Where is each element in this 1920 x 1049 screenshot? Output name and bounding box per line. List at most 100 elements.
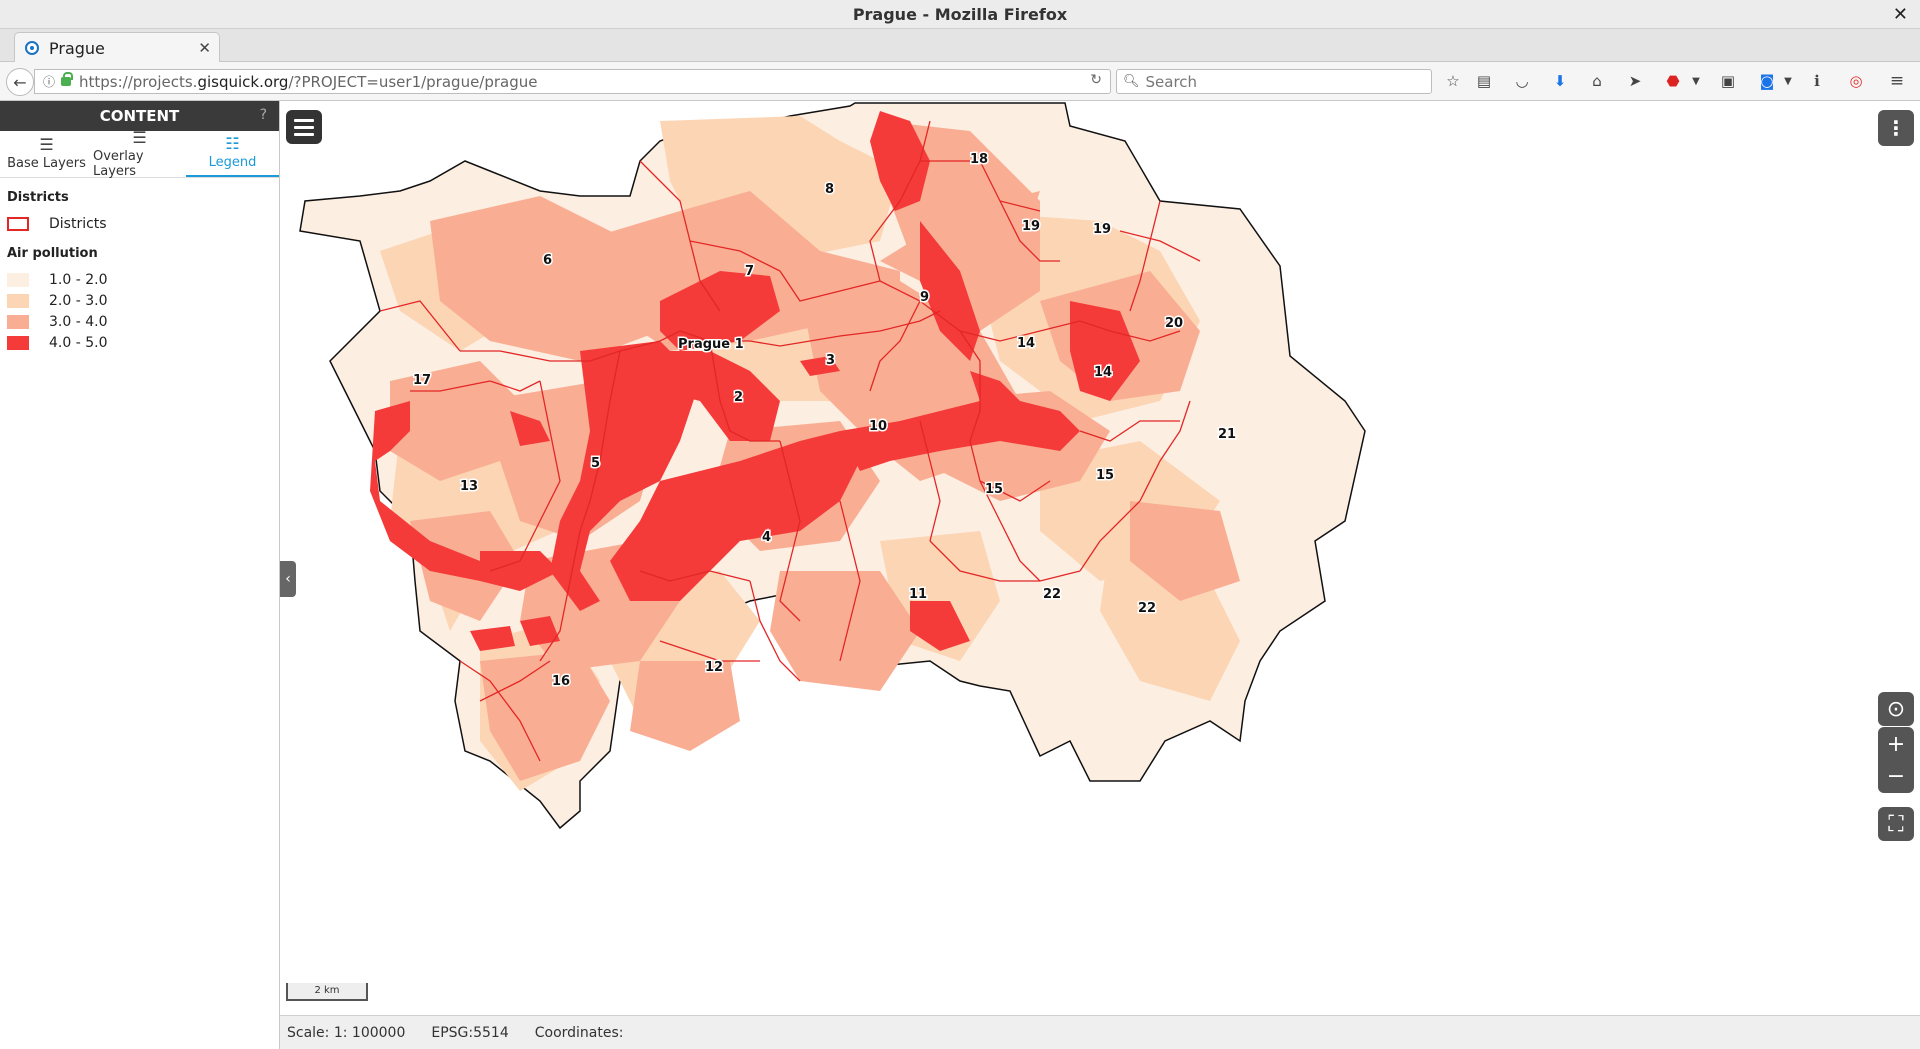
- pocket-icon[interactable]: ◡: [1511, 70, 1533, 92]
- download-icon[interactable]: ⬇: [1549, 70, 1571, 92]
- minus-icon: −: [1886, 763, 1906, 789]
- browser-menu-icon[interactable]: ≡: [1886, 70, 1908, 92]
- tab-base-layers[interactable]: ☰ Base Layers: [0, 131, 93, 177]
- help-button[interactable]: ?: [260, 107, 267, 123]
- hamburger-icon-bar: [294, 118, 314, 122]
- district-label: 22: [1043, 587, 1061, 602]
- zoom-out-button[interactable]: −: [1878, 759, 1914, 793]
- extension-dropdown-icon[interactable]: ▼: [1777, 70, 1799, 92]
- district-label: 7: [745, 264, 754, 279]
- tab-label: Prague: [49, 38, 105, 58]
- legend-label: 1.0 - 2.0: [49, 271, 108, 288]
- home-icon[interactable]: ⌂: [1586, 70, 1608, 92]
- district-label: 19: [1022, 219, 1040, 234]
- district-label: 19: [1093, 222, 1111, 237]
- info-panel-icon[interactable]: ℹ: [1806, 70, 1828, 92]
- url-bar[interactable]: ⓘ https://projects.gisquick.org/?PROJECT…: [34, 69, 1111, 94]
- navigation-bar: ← ⓘ https://projects.gisquick.org/?PROJE…: [0, 62, 1920, 101]
- legend-label: Districts: [49, 215, 107, 232]
- scale-bar: 2 km: [286, 983, 368, 1001]
- adblock-dropdown-icon[interactable]: ▼: [1685, 70, 1707, 92]
- legend-item-class: 4.0 - 5.0: [7, 332, 272, 353]
- district-label: 21: [1218, 427, 1236, 442]
- scale-readout: Scale: 1: 100000: [287, 1024, 406, 1041]
- sidebar-header: CONTENT ?: [0, 101, 279, 131]
- crosshair-icon: ⊙: [1886, 696, 1906, 722]
- sidebar-tabs: ☰ Base Layers ☰ Overlay Layers ☷ Legend: [0, 129, 279, 179]
- legend-swatch: [7, 314, 29, 329]
- tab-label: Overlay Layers: [93, 148, 144, 179]
- extension-icon[interactable]: ◙: [1756, 70, 1778, 92]
- window-title: Prague - Mozilla Firefox: [852, 4, 1068, 24]
- window-titlebar: Prague - Mozilla Firefox ✕: [0, 0, 1920, 29]
- district-label: 4: [762, 530, 771, 545]
- coordinates-readout: Coordinates:: [534, 1024, 624, 1041]
- legend-label: 2.0 - 3.0: [49, 292, 108, 309]
- adblock-icon[interactable]: ⬣: [1662, 70, 1684, 92]
- map-menu-button[interactable]: [286, 110, 322, 144]
- chevron-left-icon: ‹: [285, 571, 291, 587]
- district-label: 18: [970, 152, 988, 167]
- search-input[interactable]: 🔍︎ Search: [1116, 69, 1432, 94]
- map-svg[interactable]: Prague 1 2 3 4 5 6 7 8 9 10 11 12 13 14 …: [280, 101, 1920, 1015]
- search-icon: 🔍︎: [1123, 74, 1140, 89]
- tab-bar: Prague ✕ +: [0, 29, 1920, 85]
- legend-swatch: [7, 272, 29, 287]
- bookmark-star-icon[interactable]: ☆: [1442, 70, 1464, 92]
- district-label: 3: [826, 353, 835, 368]
- district-label: 16: [552, 674, 570, 689]
- district-label: 8: [825, 182, 834, 197]
- district-label: 17: [413, 373, 431, 388]
- browser-tab[interactable]: Prague ✕: [14, 32, 220, 63]
- legend-item-class: 1.0 - 2.0: [7, 269, 272, 290]
- back-button[interactable]: ←: [6, 68, 34, 96]
- district-label: 20: [1165, 316, 1183, 331]
- epsg-readout: EPSG:5514: [431, 1024, 509, 1041]
- district-label: 14: [1017, 336, 1035, 351]
- tab-overlay-layers[interactable]: ☰ Overlay Layers: [93, 129, 186, 179]
- district-label: 11: [909, 587, 927, 602]
- sidebar-collapse-button[interactable]: ‹: [280, 561, 296, 597]
- legend-label: 3.0 - 4.0: [49, 313, 108, 330]
- favicon-icon: [25, 41, 39, 55]
- legend-label: 4.0 - 5.0: [49, 334, 108, 351]
- district-label: 5: [591, 456, 600, 471]
- help-ring-icon[interactable]: ◎: [1845, 70, 1867, 92]
- zoom-in-button[interactable]: +: [1878, 727, 1914, 761]
- send-icon[interactable]: ➤: [1624, 70, 1646, 92]
- list-icon: ☷: [225, 134, 240, 153]
- kebab-icon: ⋮: [1886, 116, 1906, 140]
- info-icon[interactable]: ⓘ: [43, 73, 55, 90]
- legend-item-districts: Districts: [7, 213, 272, 234]
- legend-districts-title: Districts: [7, 190, 69, 205]
- legend-air-pollution-title: Air pollution: [7, 246, 98, 261]
- url-text: https://projects.gisquick.org/?PROJECT=u…: [79, 72, 538, 91]
- more-options-button[interactable]: ⋮: [1878, 110, 1914, 146]
- youtube-icon[interactable]: ▣: [1717, 70, 1739, 92]
- legend-item-class: 2.0 - 3.0: [7, 290, 272, 311]
- layers-icon: ☰: [39, 135, 54, 154]
- legend-swatch: [7, 335, 29, 350]
- legend-swatch: [7, 216, 29, 231]
- reading-list-icon[interactable]: ▤: [1473, 70, 1495, 92]
- district-label: 12: [705, 660, 723, 675]
- district-label: 10: [869, 419, 887, 434]
- locate-button[interactable]: ⊙: [1878, 692, 1914, 726]
- lock-icon: [61, 72, 74, 86]
- hamburger-icon-bar: [294, 125, 314, 129]
- window-close-icon[interactable]: ✕: [1893, 4, 1908, 25]
- district-label: Prague 1: [678, 337, 744, 352]
- search-placeholder: Search: [1145, 72, 1198, 91]
- district-label: 22: [1138, 601, 1156, 616]
- tab-label: Legend: [208, 155, 257, 170]
- reload-icon[interactable]: ↻: [1090, 72, 1102, 88]
- fullscreen-button[interactable]: ⛶: [1878, 807, 1914, 841]
- district-label: 6: [543, 253, 552, 268]
- legend-panel: Districts Districts Air pollution 1.0 - …: [0, 178, 279, 365]
- tab-close-icon[interactable]: ✕: [198, 39, 211, 57]
- map-canvas[interactable]: Prague 1 2 3 4 5 6 7 8 9 10 11 12 13 14 …: [280, 101, 1920, 1015]
- tab-legend[interactable]: ☷ Legend: [186, 131, 279, 177]
- district-label: 2: [734, 390, 743, 405]
- content-sidebar: CONTENT ? ☰ Base Layers ☰ Overlay Layers…: [0, 101, 280, 1049]
- hamburger-icon-bar: [294, 132, 314, 136]
